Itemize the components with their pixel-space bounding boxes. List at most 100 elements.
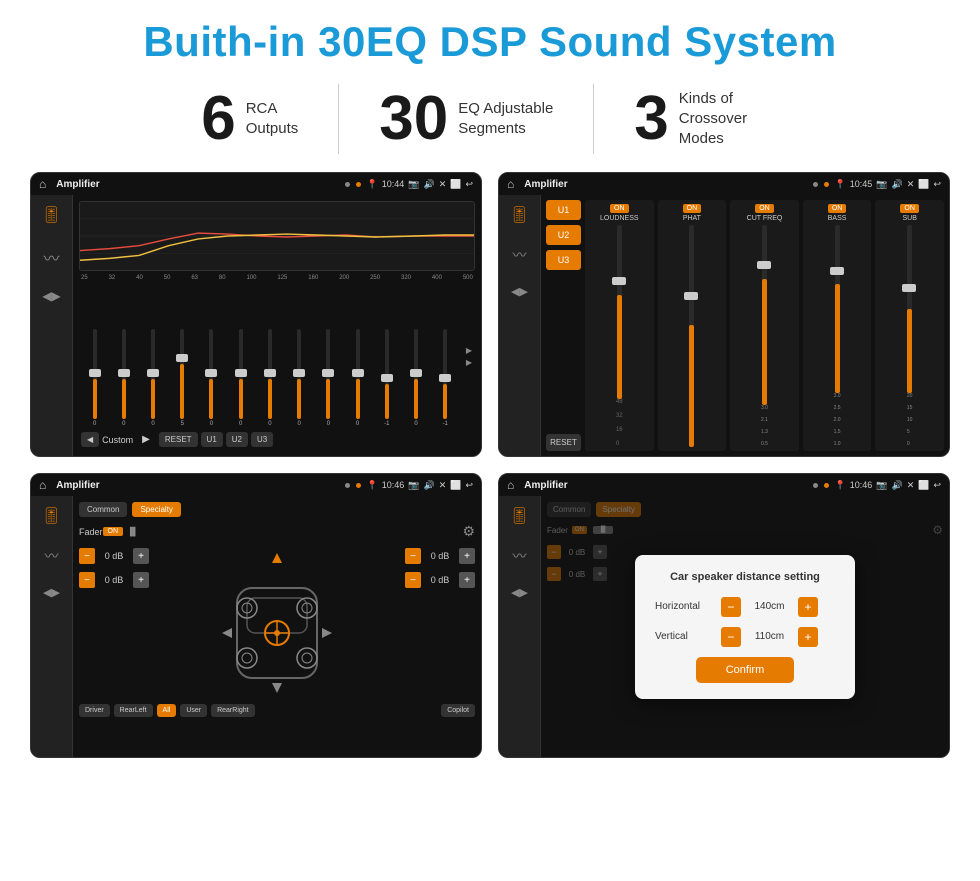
eq-reset-btn[interactable]: RESET [159,432,198,447]
dist-bg-vol2: − 0 dB + [547,567,607,581]
vol-minus-3[interactable]: − [405,548,421,564]
eq-u1-btn[interactable]: U1 [201,432,223,447]
distance-content: 🎚 〰 ◀▶ Common Specialty Fader ON [499,496,949,757]
fader-driver-btn[interactable]: Driver [79,704,110,717]
dist-bg-specialty-tab: Specialty [596,502,640,517]
dialog-horizontal-plus[interactable]: + [798,597,818,617]
sub-control: ON SUB 20151050 [875,200,944,451]
eq-sliders: 0 0 0 5 [79,285,461,427]
dist-sidebar-icon-3[interactable]: ◀▶ [511,586,528,599]
eq-expand-arrows[interactable]: ▶ ▶ [463,285,475,427]
dist-sidebar-icon-2[interactable]: 〰 [513,546,527,566]
eq-slider-1: 0 [110,329,137,427]
eq-sidebar-icon-1[interactable]: 🎚 [41,205,61,225]
distance-screen: ⌂ Amplifier 📍 10:46 📷 🔊 ✕ ⬜ ↩ 🎚 〰 [498,473,950,758]
eq-sidebar-icon-3[interactable]: ◀▶ [42,289,60,303]
fd-sidebar-icon-2[interactable]: 〰 [45,546,59,566]
eq-slider-6: 0 [256,329,283,427]
cr-sidebar-icon-3[interactable]: ◀▶ [511,285,528,298]
fader-rearright-btn[interactable]: RearRight [211,704,255,717]
dialog-horizontal-minus[interactable]: − [721,597,741,617]
eq-preset-label: Custom [102,435,133,445]
vol-plus-1[interactable]: + [133,548,149,564]
sub-label: SUB [902,215,916,222]
fader-tab-specialty[interactable]: Specialty [132,502,180,517]
dialog-vertical-minus[interactable]: − [721,627,741,647]
crossover-controls: ON LOUDNESS 4832160 ON [585,200,944,451]
eq-slider-4: 0 [198,329,225,427]
phat-label: PHAT [683,215,701,222]
cr-back-icon: ↩ [933,179,941,190]
fd-sidebar-icon-3[interactable]: ◀▶ [43,586,60,599]
fader-rearleft-btn[interactable]: RearLeft [114,704,153,717]
eq-main: 25 32 40 50 63 80 100 125 160 200 250 32… [73,195,481,456]
loudness-on-badge: ON [610,204,629,213]
dist-bg-settings: ⚙ [932,523,943,537]
bass-label: BASS [828,215,847,222]
dist-loc-icon: 📍 [835,480,846,491]
crossover-u2-btn[interactable]: U2 [546,225,581,245]
main-title: Buith-in 30EQ DSP Sound System [30,18,950,66]
fd-vol-icon: 🔊 [423,480,434,491]
eq-screen: ⌂ Amplifier 📍 10:44 📷 🔊 ✕ ⬜ ↩ 🎚 〰 [30,172,482,457]
vol-plus-4[interactable]: + [459,572,475,588]
eq-slider-9: 0 [344,329,371,427]
cr-loc-icon: 📍 [835,179,846,190]
crossover-status-icons: 📍 10:45 📷 🔊 ✕ ⬜ ↩ [835,179,942,190]
dialog-confirm-button[interactable]: Confirm [696,657,795,683]
eq-content: 🎚 〰 ◀▶ [31,195,481,456]
crossover-u1-btn[interactable]: U1 [546,200,581,220]
fd-cam-icon: 📷 [408,480,419,491]
dist-bg-on: ON [572,526,587,534]
fader-settings-icon[interactable]: ⚙ [462,523,475,540]
location-icon: 📍 [367,179,378,190]
cutfreq-slider[interactable] [762,225,767,405]
sub-slider[interactable] [907,225,912,393]
eq-prev-btn[interactable]: ◀ [81,432,99,447]
camera-icon: 📷 [408,179,419,190]
dialog-vertical-plus[interactable]: + [798,627,818,647]
phat-slider[interactable] [689,225,694,447]
fader-slider-icon[interactable]: ▐▌ [127,527,138,536]
cr-sidebar-icon-1[interactable]: 🎚 [509,205,529,225]
dist-bg-tabs: Common Specialty [547,502,943,517]
crossover-u3-btn[interactable]: U3 [546,250,581,270]
vol-minus-1[interactable]: − [79,548,95,564]
fader-copilot-btn[interactable]: Copilot [441,704,475,717]
loudness-slider[interactable] [617,225,622,399]
eq-slider-3: 5 [169,329,196,427]
vol-plus-3[interactable]: + [459,548,475,564]
fd-sidebar-icon-1[interactable]: 🎚 [41,506,61,526]
fader-content: 🎚 〰 ◀▶ Common Specialty Fader ON ▐▌ ⚙ [31,496,481,757]
sub-values: 20151050 [907,393,913,447]
fd-win-icon: ⬜ [450,480,461,491]
cr-sidebar-icon-2[interactable]: 〰 [513,245,527,265]
dialog-horizontal-label: Horizontal [655,601,715,612]
dist-sidebar-icon-1[interactable]: 🎚 [509,506,529,526]
fader-all-btn[interactable]: All [157,704,177,717]
fader-tab-common[interactable]: Common [79,502,127,517]
eq-status-icons: 📍 10:44 📷 🔊 ✕ ⬜ ↩ [367,179,474,190]
eq-u2-btn[interactable]: U2 [226,432,248,447]
vol-minus-2[interactable]: − [79,572,95,588]
dialog-vertical-label: Vertical [655,631,715,642]
fader-user-btn[interactable]: User [180,704,207,717]
dist-dot2 [824,483,829,488]
close-icon: ✕ [439,179,447,190]
dist-bg-common-tab: Common [547,502,591,517]
dialog-title: Car speaker distance setting [655,571,835,583]
bass-on-badge: ON [828,204,847,213]
bass-slider[interactable] [835,225,840,393]
dist-win-icon: ⬜ [918,480,929,491]
bass-values: 3.02.52.01.51.0 [834,393,841,447]
eq-play-btn[interactable]: ▶ [136,431,156,448]
eq-sidebar-icon-2[interactable]: 〰 [43,245,59,269]
crossover-reset-btn[interactable]: RESET [546,434,581,451]
vol-minus-4[interactable]: − [405,572,421,588]
dist-bg-vol1: − 0 dB + [547,545,607,559]
dist-back-icon: ↩ [933,480,941,491]
vol-row-3: − 0 dB + [405,548,475,564]
eq-u3-btn[interactable]: U3 [251,432,273,447]
vol-plus-2[interactable]: + [133,572,149,588]
eq-slider-8: 0 [315,329,342,427]
